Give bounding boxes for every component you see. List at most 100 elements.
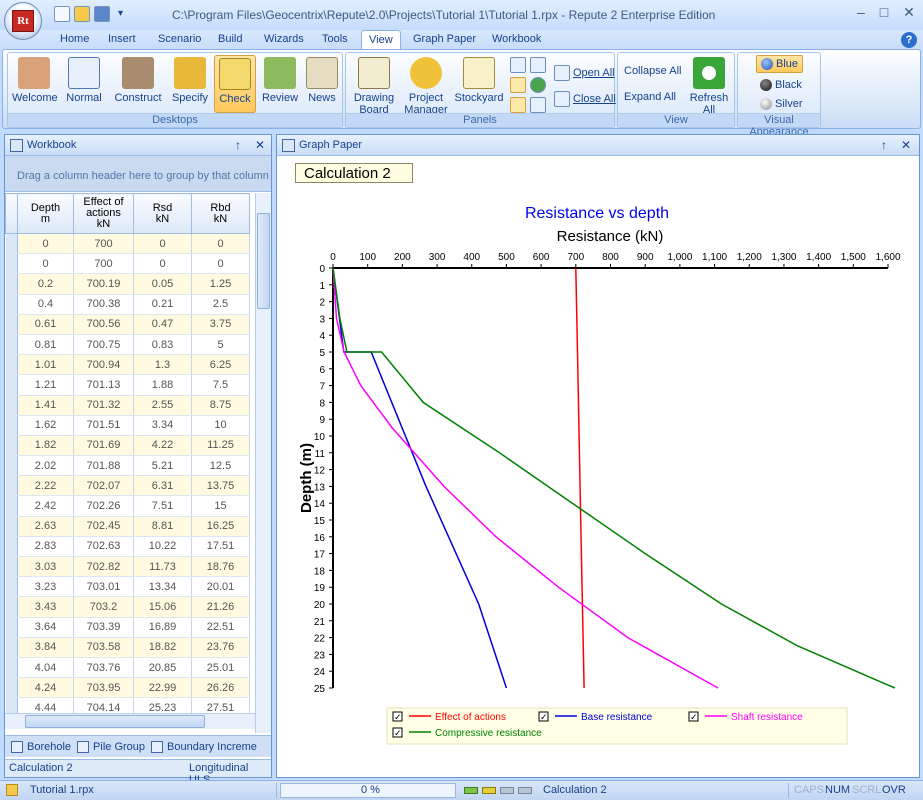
table-row[interactable]: 2.02 701.88 5.21 12.5: [5, 455, 250, 477]
table-row[interactable]: 0.2 700.19 0.05 1.25: [5, 273, 250, 295]
refresh-all-button[interactable]: Refresh All: [686, 55, 732, 116]
table-cell[interactable]: 703.95: [73, 677, 134, 699]
row-selector[interactable]: [5, 273, 18, 295]
table-cell[interactable]: 0.47: [133, 314, 192, 335]
row-selector[interactable]: [5, 637, 18, 658]
table-cell[interactable]: 6.25: [191, 354, 250, 376]
row-selector[interactable]: [5, 596, 18, 618]
table-cell[interactable]: 703.2: [73, 596, 134, 618]
sheet-tab-boundary-increment[interactable]: Boundary Increme: [151, 740, 257, 753]
review-button[interactable]: Review: [260, 55, 300, 104]
table-cell[interactable]: 1.01: [17, 354, 74, 376]
table-row[interactable]: 0.81 700.75 0.83 5: [5, 334, 250, 356]
vertical-scroll-thumb[interactable]: [257, 213, 270, 309]
table-cell[interactable]: 8.75: [191, 395, 250, 416]
table-cell[interactable]: 700: [73, 233, 134, 255]
table-cell[interactable]: 1.62: [17, 415, 74, 436]
table-cell[interactable]: 4.44: [17, 697, 74, 713]
table-cell[interactable]: 2.02: [17, 455, 74, 477]
table-cell[interactable]: 15.06: [133, 596, 192, 618]
panel-toggle-1-icon[interactable]: [510, 57, 526, 73]
table-row[interactable]: 3.43 703.2 15.06 21.26: [5, 596, 250, 618]
row-selector[interactable]: [5, 516, 18, 537]
table-cell[interactable]: 13.75: [191, 475, 250, 497]
minimize-button[interactable]: –: [850, 3, 872, 21]
table-cell[interactable]: 702.63: [73, 536, 134, 558]
row-selector[interactable]: [5, 334, 18, 356]
close-graph-icon[interactable]: ✕: [901, 138, 911, 152]
panel-toggle-2-icon[interactable]: [530, 57, 546, 73]
table-cell[interactable]: 3.34: [133, 415, 192, 436]
table-cell[interactable]: 702.45: [73, 516, 134, 537]
table-cell[interactable]: 25.23: [133, 697, 192, 713]
row-selector[interactable]: [5, 294, 18, 315]
drawing-board-button[interactable]: Drawing Board: [350, 55, 398, 116]
row-selector[interactable]: [5, 657, 18, 679]
table-row[interactable]: 1.82 701.69 4.22 11.25: [5, 435, 250, 457]
panel-toggle-3-icon[interactable]: [510, 77, 526, 93]
construct-button[interactable]: Construct: [112, 55, 164, 104]
table-cell[interactable]: 18.76: [191, 556, 250, 578]
column-header-effect-of-actions[interactable]: Effect of actions kN: [73, 193, 134, 234]
table-cell[interactable]: 7.5: [191, 374, 250, 396]
row-selector[interactable]: [5, 475, 18, 497]
table-cell[interactable]: 7.51: [133, 495, 192, 517]
row-selector[interactable]: [5, 556, 18, 578]
row-selector[interactable]: [5, 697, 18, 713]
row-selector[interactable]: [5, 395, 18, 416]
table-row[interactable]: 1.41 701.32 2.55 8.75: [5, 395, 250, 416]
table-cell[interactable]: 0.2: [17, 273, 74, 295]
table-cell[interactable]: 702.26: [73, 495, 134, 517]
table-cell[interactable]: 701.51: [73, 415, 134, 436]
table-row[interactable]: 3.64 703.39 16.89 22.51: [5, 617, 250, 638]
row-selector[interactable]: [5, 536, 18, 558]
table-cell[interactable]: 700.38: [73, 294, 134, 315]
tab-graph-paper[interactable]: Graph Paper: [413, 33, 476, 45]
row-selector[interactable]: [5, 374, 18, 396]
table-cell[interactable]: 17.51: [191, 536, 250, 558]
table-row[interactable]: 1.01 700.94 1.3 6.25: [5, 354, 250, 376]
panel-toggle-6-icon[interactable]: [530, 97, 546, 113]
table-cell[interactable]: 701.32: [73, 395, 134, 416]
table-cell[interactable]: 2.5: [191, 294, 250, 315]
table-cell[interactable]: 704.14: [73, 697, 134, 713]
open-folder-icon[interactable]: [74, 6, 90, 22]
table-cell[interactable]: 703.39: [73, 617, 134, 638]
table-row[interactable]: 2.83 702.63 10.22 17.51: [5, 536, 250, 558]
tab-wizards[interactable]: Wizards: [264, 33, 304, 45]
table-cell[interactable]: 1.41: [17, 395, 74, 416]
table-row[interactable]: 0 700 0 0: [5, 233, 250, 255]
table-cell[interactable]: 0.61: [17, 314, 74, 335]
table-cell[interactable]: 703.01: [73, 576, 134, 598]
expand-all-button[interactable]: Expand All: [624, 91, 676, 103]
table-cell[interactable]: 3.43: [17, 596, 74, 618]
table-cell[interactable]: 13.34: [133, 576, 192, 598]
save-icon[interactable]: [94, 6, 110, 22]
appearance-black-button[interactable]: Black: [760, 79, 802, 91]
row-selector[interactable]: [5, 677, 18, 699]
table-cell[interactable]: 10: [191, 415, 250, 436]
table-row[interactable]: 4.04 703.76 20.85 25.01: [5, 657, 250, 679]
table-cell[interactable]: 701.13: [73, 374, 134, 396]
grid-horizontal-scrollbar[interactable]: [5, 713, 255, 729]
table-cell[interactable]: 0.81: [17, 334, 74, 356]
table-cell[interactable]: 4.22: [133, 435, 192, 457]
sheet-tab-pile-group[interactable]: Pile Group: [77, 740, 145, 753]
table-row[interactable]: 0.4 700.38 0.21 2.5: [5, 294, 250, 315]
appearance-blue-button[interactable]: Blue: [756, 55, 804, 73]
table-cell[interactable]: 21.26: [191, 596, 250, 618]
row-selector[interactable]: [5, 253, 18, 275]
table-cell[interactable]: 23.76: [191, 637, 250, 658]
table-row[interactable]: 1.21 701.13 1.88 7.5: [5, 374, 250, 396]
table-cell[interactable]: 6.31: [133, 475, 192, 497]
appearance-silver-button[interactable]: Silver: [760, 98, 803, 110]
table-cell[interactable]: 1.82: [17, 435, 74, 457]
table-row[interactable]: 3.23 703.01 13.34 20.01: [5, 576, 250, 598]
row-selector[interactable]: [5, 435, 18, 457]
table-cell[interactable]: 22.51: [191, 617, 250, 638]
table-cell[interactable]: 700.94: [73, 354, 134, 376]
table-cell[interactable]: 1.3: [133, 354, 192, 376]
table-cell[interactable]: 0.05: [133, 273, 192, 295]
check-button[interactable]: Check: [214, 55, 256, 113]
table-cell[interactable]: 20.01: [191, 576, 250, 598]
